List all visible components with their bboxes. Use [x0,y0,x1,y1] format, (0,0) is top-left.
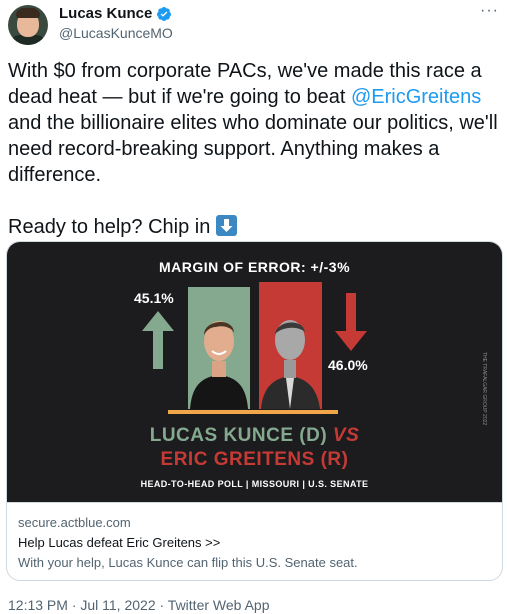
more-options-icon[interactable]: ··· [480,2,499,20]
author-name-row: Lucas Kunce [59,5,172,22]
vs-label: VS [327,425,360,446]
kunce-name-label: LUCAS KUNCE (D) [149,425,328,446]
card-image[interactable]: MARGIN OF ERROR: +/-3% 45.1% 46.0% LUCAS… [7,242,502,502]
margin-of-error-label: MARGIN OF ERROR: +/-3% [158,259,351,275]
tweet-cta-paragraph: Ready to help? Chip in [8,214,500,240]
greitens-percentage: 46.0% [328,357,368,373]
kunce-percentage: 45.1% [134,290,174,306]
tweet-text-part-2: and the billionaire elites who dominate … [8,112,498,186]
tweet-cta-text: Ready to help? Chip in [8,216,216,238]
card-description: With your help, Lucas Kunce can flip thi… [18,555,358,570]
author-handle[interactable]: @LucasKunceMO [59,25,173,41]
card-meta[interactable]: secure.actblue.com Help Lucas defeat Eri… [7,502,502,580]
tweet-timestamp[interactable]: 12:13 PM · Jul 11, 2022 · Twitter Web Ap… [8,597,269,613]
mention-link[interactable]: @EricGreitens [351,86,481,108]
arrow-up-icon [142,311,174,369]
kunce-photo [190,321,248,409]
link-card[interactable]: MARGIN OF ERROR: +/-3% 45.1% 46.0% LUCAS… [6,241,503,581]
tweet: Lucas Kunce @LucasKunceMO ··· With $0 fr… [0,0,507,614]
verified-badge-icon [157,6,172,21]
greitens-photo [261,320,320,409]
card-title: Help Lucas defeat Eric Greitens >> [18,535,221,550]
down-arrow-emoji-icon [215,215,237,236]
avatar[interactable] [8,5,48,45]
arrow-down-icon [335,293,367,351]
author-display-name[interactable]: Lucas Kunce [59,5,152,22]
avatar-hair [16,8,40,18]
tweet-paragraph: With $0 from corporate PACs, we've made … [8,58,500,188]
card-domain: secure.actblue.com [18,515,131,530]
poll-subtitle: HEAD-TO-HEAD POLL | MISSOURI | U.S. SENA… [140,479,369,489]
matchup-line-1: LUCAS KUNCE (D) VS [7,425,502,447]
tweet-text: With $0 from corporate PACs, we've made … [8,58,500,240]
chart-baseline [168,410,338,414]
poll-credit: THE TRAFALGAR GROUP 2022 [481,352,487,426]
greitens-name-label: ERIC GREITENS (R) [160,449,349,470]
